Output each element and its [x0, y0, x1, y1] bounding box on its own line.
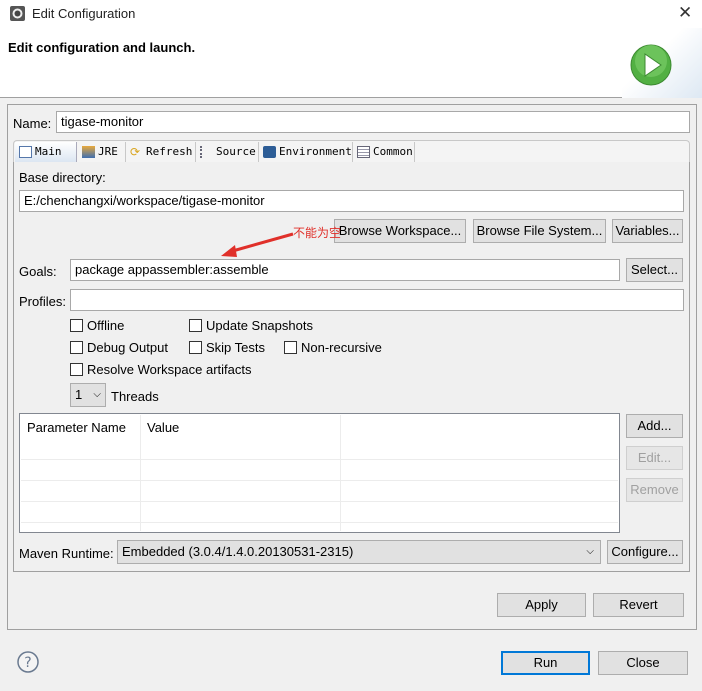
goals-input[interactable]: package appassembler:assemble: [70, 259, 620, 281]
browse-file-system-button[interactable]: Browse File System...: [473, 219, 606, 243]
chevron-down-icon: ⌵: [93, 389, 101, 400]
variables-button[interactable]: Variables...: [612, 219, 683, 243]
resolve-workspace-checkbox[interactable]: Resolve Workspace artifacts: [70, 362, 252, 377]
tab-common[interactable]: Common: [353, 142, 415, 162]
update-snapshots-checkbox[interactable]: Update Snapshots: [189, 318, 313, 333]
parameters-table[interactable]: Parameter Name Value: [19, 413, 620, 533]
annotation-arrow-icon: [221, 232, 294, 257]
debug-output-checkbox[interactable]: Debug Output: [70, 340, 168, 355]
annotation-text: 不能为空: [293, 226, 342, 240]
threads-select[interactable]: 1 ⌵: [70, 383, 106, 407]
base-dir-label: Base directory:: [19, 170, 106, 185]
run-button[interactable]: Run: [501, 651, 590, 675]
add-button[interactable]: Add...: [626, 414, 683, 438]
refresh-icon: ⟳: [130, 145, 141, 159]
column-header-parameter-name: Parameter Name: [27, 420, 126, 435]
eclipse-icon: [10, 6, 25, 21]
name-input[interactable]: tigase-monitor: [56, 111, 690, 133]
title-bar: Edit Configuration ✕: [0, 0, 702, 28]
common-icon: [357, 146, 370, 158]
edit-button[interactable]: Edit...: [626, 446, 683, 470]
jre-icon: [82, 146, 95, 158]
revert-button[interactable]: Revert: [593, 593, 684, 617]
source-icon: [200, 146, 213, 158]
maven-runtime-select[interactable]: Embedded (3.0.4/1.4.0.20130531-2315) ⌵: [117, 540, 601, 564]
remove-button[interactable]: Remove: [626, 478, 683, 502]
environment-icon: [263, 146, 276, 158]
tab-jre[interactable]: JRE: [78, 142, 126, 162]
header-title: Edit configuration and launch.: [8, 40, 196, 55]
maven-runtime-label: Maven Runtime:: [19, 546, 114, 561]
non-recursive-checkbox[interactable]: Non-recursive: [284, 340, 382, 355]
goals-label: Goals:: [19, 264, 57, 279]
tab-main[interactable]: Main: [15, 142, 77, 162]
dialog-header: Edit configuration and launch.: [0, 28, 702, 98]
apply-button[interactable]: Apply: [497, 593, 586, 617]
profiles-input[interactable]: [70, 289, 684, 311]
name-label: Name:: [13, 116, 52, 131]
help-icon[interactable]: ?: [17, 651, 39, 673]
column-header-value: Value: [147, 420, 180, 435]
configure-button[interactable]: Configure...: [607, 540, 683, 564]
tab-environment[interactable]: Environment: [259, 142, 353, 162]
skip-tests-checkbox[interactable]: Skip Tests: [189, 340, 265, 355]
close-window-button[interactable]: ✕: [678, 3, 692, 23]
offline-checkbox[interactable]: Offline: [70, 318, 124, 333]
threads-label: Threads: [111, 389, 159, 404]
tab-source[interactable]: Source: [196, 142, 259, 162]
chevron-down-icon: ⌵: [586, 546, 594, 557]
window-title: Edit Configuration: [32, 6, 136, 21]
profiles-label: Profiles:: [19, 294, 66, 309]
browse-workspace-button[interactable]: Browse Workspace...: [334, 219, 466, 243]
close-button[interactable]: Close: [598, 651, 688, 675]
select-button[interactable]: Select...: [626, 258, 683, 282]
base-dir-input[interactable]: E:/chenchangxi/workspace/tigase-monitor: [19, 190, 684, 212]
main-tab-icon: [19, 146, 32, 158]
run-play-icon: [630, 44, 672, 86]
tab-refresh[interactable]: ⟳ Refresh: [126, 142, 196, 162]
svg-text:?: ?: [24, 655, 31, 671]
